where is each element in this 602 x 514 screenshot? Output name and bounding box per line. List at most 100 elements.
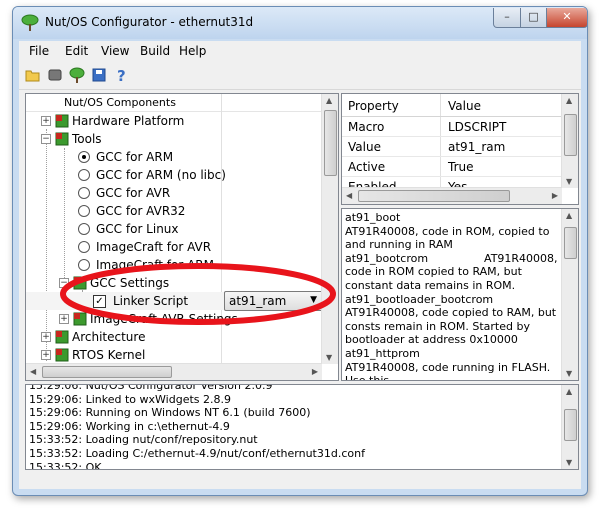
tree-item-imagecraft-arm[interactable]: ImageCraft for ARM — [26, 256, 322, 274]
radio[interactable] — [78, 187, 90, 199]
tree-item-label: Linker Script — [113, 294, 189, 308]
tree-item-label: GCC for AVR32 — [96, 204, 186, 218]
tree-item-imagecraft-avr[interactable]: ImageCraft for AVR — [26, 238, 322, 256]
title-bar[interactable]: Nut/OS Configurator - ethernut31d – □ ✕ — [13, 7, 587, 39]
expand-icon[interactable]: + — [41, 350, 51, 360]
menu-view[interactable]: View — [101, 44, 129, 58]
tree-item-label: Hardware Platform — [72, 114, 185, 128]
linker-script-checkbox[interactable]: ✓ — [93, 295, 106, 308]
open-folder-icon[interactable] — [25, 67, 41, 83]
scroll-thumb[interactable] — [42, 366, 172, 378]
scroll-up-icon[interactable]: ▲ — [566, 211, 572, 220]
component-tree[interactable]: Nut/OS Components + Hardware Platform − … — [25, 93, 339, 381]
window-title: Nut/OS Configurator - ethernut31d — [45, 15, 254, 29]
radio[interactable] — [78, 205, 90, 217]
log-lines: 15:29:06: Nut/OS Configurator Version 2.… — [29, 385, 365, 470]
menu-edit[interactable]: Edit — [65, 44, 88, 58]
property-column-header[interactable]: Property — [348, 99, 399, 113]
tree-item-label: GCC Settings — [90, 276, 170, 290]
expand-icon[interactable]: + — [41, 116, 51, 126]
scroll-down-icon[interactable]: ▼ — [566, 458, 572, 467]
property-name: Value — [348, 140, 381, 154]
property-row-macro[interactable]: Macro LDSCRIPT — [342, 117, 562, 137]
radio[interactable] — [78, 223, 90, 235]
tree-item-label: ImageCraft for AVR — [96, 240, 212, 254]
row-divider — [440, 157, 441, 176]
help-vertical-scrollbar[interactable]: ▲ ▼ — [561, 209, 578, 380]
collapse-icon[interactable]: − — [59, 278, 69, 288]
scroll-thumb[interactable] — [564, 409, 577, 441]
tree-horizontal-scrollbar[interactable]: ◀ ▶ — [26, 363, 322, 380]
tree-item-gcc-arm-nolibc[interactable]: GCC for ARM (no libc) — [26, 166, 322, 184]
tree-item-gcc-avr32[interactable]: GCC for AVR32 — [26, 202, 322, 220]
menu-help[interactable]: Help — [179, 44, 206, 58]
scroll-thumb[interactable] — [358, 190, 510, 202]
property-value: at91_ram — [448, 140, 506, 154]
radio[interactable] — [78, 169, 90, 181]
scroll-up-icon[interactable]: ▲ — [566, 387, 572, 396]
log-line: 15:33:52: OK — [29, 460, 102, 470]
scroll-down-icon[interactable]: ▼ — [326, 353, 332, 362]
help-text-panel[interactable]: at91_boot AT91R40008, code in ROM, copie… — [341, 208, 579, 381]
radio-selected[interactable] — [78, 151, 90, 163]
log-output[interactable]: 15:29:06: Nut/OS Configurator Version 2.… — [25, 384, 579, 470]
tree-item-hardware-platform[interactable]: + Hardware Platform — [26, 112, 322, 130]
close-button[interactable]: ✕ — [546, 8, 587, 28]
tree-item-architecture[interactable]: + Architecture — [26, 328, 322, 346]
collapse-icon[interactable]: − — [41, 134, 51, 144]
tree-header: Nut/OS Components — [26, 94, 338, 112]
tree-item-tools[interactable]: − Tools — [26, 130, 322, 148]
property-row-active[interactable]: Active True — [342, 157, 562, 177]
minimize-button[interactable]: – — [493, 8, 521, 28]
tree-icon[interactable] — [69, 67, 85, 83]
scroll-thumb[interactable] — [564, 114, 577, 156]
scroll-down-icon[interactable]: ▼ — [566, 177, 572, 186]
property-value: LDSCRIPT — [448, 120, 507, 134]
tree-item-rtos-kernel[interactable]: + RTOS Kernel — [26, 346, 322, 364]
menu-file[interactable]: File — [29, 44, 49, 58]
tree-item-gcc-linux[interactable]: GCC for Linux — [26, 220, 322, 238]
tree-item-gcc-avr[interactable]: GCC for AVR — [26, 184, 322, 202]
scroll-left-icon[interactable]: ◀ — [346, 191, 352, 200]
tree-item-gcc-arm[interactable]: GCC for ARM — [26, 148, 322, 166]
tree-item-label: GCC for ARM — [96, 150, 174, 164]
scroll-right-icon[interactable]: ▶ — [552, 191, 558, 200]
tree-vertical-scrollbar[interactable]: ▲ ▼ — [321, 94, 338, 364]
property-name: Macro — [348, 120, 385, 134]
maximize-button[interactable]: □ — [520, 8, 547, 28]
row-divider — [440, 137, 441, 156]
scroll-thumb[interactable] — [564, 227, 577, 259]
menu-build[interactable]: Build — [140, 44, 170, 58]
toolbar: ? — [19, 61, 581, 90]
header-divider[interactable] — [440, 94, 441, 116]
scroll-up-icon[interactable]: ▲ — [326, 96, 332, 105]
property-horizontal-scrollbar[interactable]: ◀ ▶ — [342, 187, 562, 204]
scroll-right-icon[interactable]: ▶ — [312, 367, 318, 376]
value-column-header[interactable]: Value — [448, 99, 481, 113]
property-row-value[interactable]: Value at91_ram — [342, 137, 562, 157]
chevron-down-icon[interactable]: ▼ — [310, 295, 317, 305]
tree-item-label: Tools — [72, 132, 102, 146]
radio[interactable] — [78, 259, 90, 271]
scroll-up-icon[interactable]: ▲ — [566, 96, 572, 105]
tree-item-imagecraft-avr-settings[interactable]: + ImageCraft AVR Settings — [26, 310, 322, 328]
save-chip-icon[interactable] — [47, 67, 63, 83]
menu-bar: File Edit View Build Help — [19, 41, 581, 61]
scroll-left-icon[interactable]: ◀ — [30, 367, 36, 376]
combo-value: at91_ram — [229, 294, 287, 308]
tree-item-label: Architecture — [72, 330, 146, 344]
radio[interactable] — [78, 241, 90, 253]
log-vertical-scrollbar[interactable]: ▲ ▼ — [561, 385, 578, 469]
property-vertical-scrollbar[interactable]: ▲ ▼ — [561, 94, 578, 188]
component-cube-icon — [55, 114, 69, 128]
linker-script-combo[interactable]: at91_ram ▼ — [224, 291, 324, 311]
scroll-down-icon[interactable]: ▼ — [566, 369, 572, 378]
property-grid[interactable]: Property Value Macro LDSCRIPT Value at91… — [341, 93, 579, 205]
expand-icon[interactable]: + — [41, 332, 51, 342]
component-cube-icon — [55, 348, 69, 362]
help-icon[interactable]: ? — [113, 67, 129, 83]
tree-item-gcc-settings[interactable]: − GCC Settings — [26, 274, 322, 292]
expand-icon[interactable]: + — [59, 314, 69, 324]
scroll-thumb[interactable] — [324, 110, 337, 176]
disk-icon[interactable] — [91, 67, 107, 83]
